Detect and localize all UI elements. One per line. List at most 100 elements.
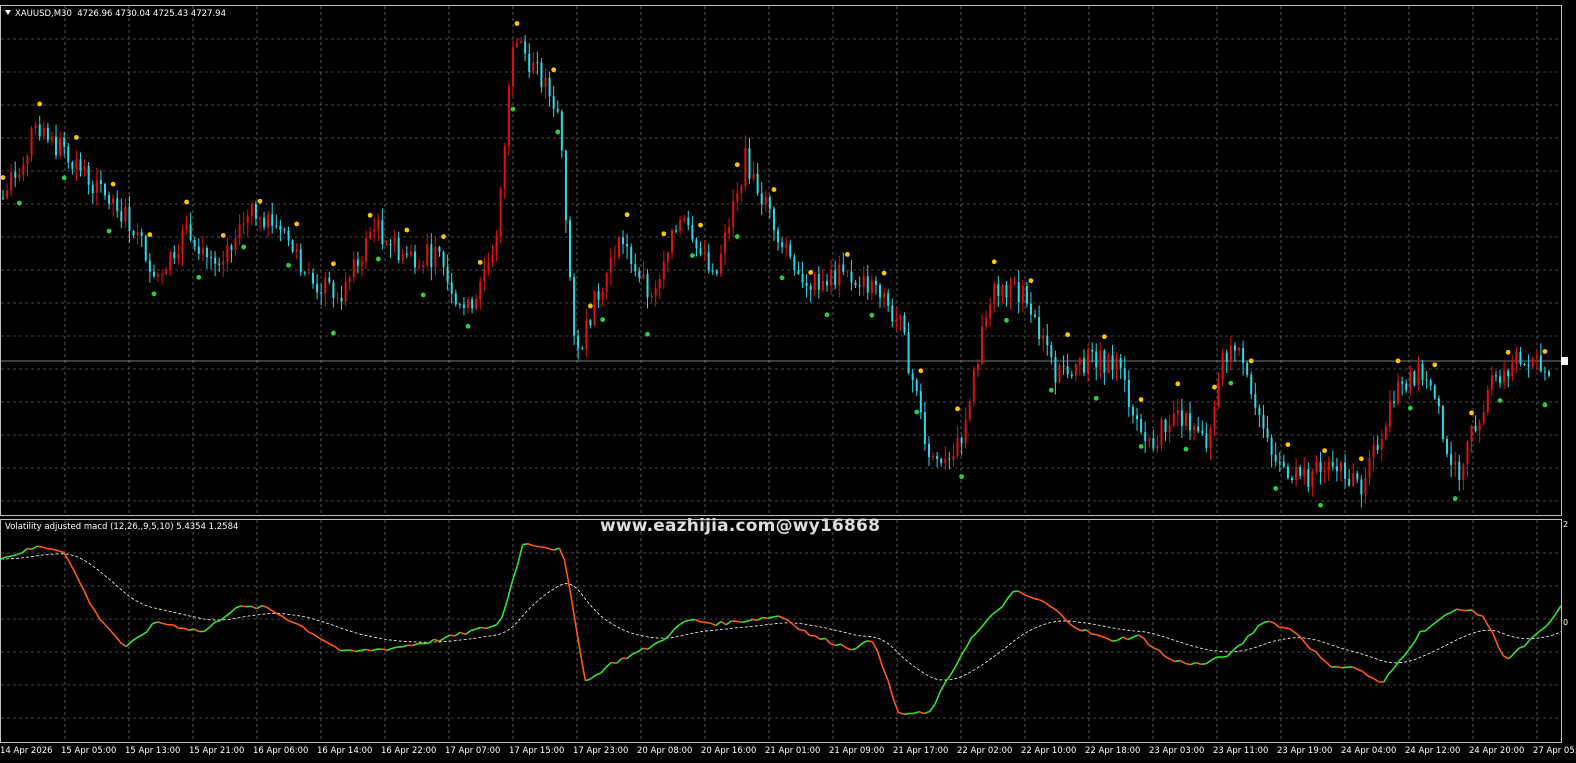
candle-body (136, 232, 139, 236)
candle-body (161, 274, 164, 276)
candle-body (132, 231, 135, 236)
candle-body (560, 111, 563, 151)
candle-body (715, 270, 718, 274)
macd-segment (1179, 659, 1186, 665)
candle-body (1148, 438, 1151, 441)
signal-dot-high (514, 21, 520, 26)
macd-segment (991, 609, 998, 616)
signal-dot-low (286, 262, 291, 268)
macd-segment (1549, 613, 1557, 622)
macd-segment (130, 637, 138, 643)
price-grid (1, 6, 1561, 515)
macd-segment (876, 650, 884, 668)
macd-segment (277, 613, 284, 618)
candle-body (1323, 470, 1326, 472)
candle-body (1519, 351, 1522, 364)
macd-segment (1002, 597, 1009, 607)
macd-segment (1106, 637, 1113, 642)
indicator-axis-label-top: 2 (1563, 520, 1569, 529)
macd-segment (725, 620, 732, 626)
signal-dot-high (257, 198, 263, 204)
candle-body (980, 326, 983, 365)
candle-body (691, 225, 694, 240)
signal-dot-high (1432, 362, 1438, 368)
candle-body (1507, 370, 1510, 377)
price-chart-canvas[interactable] (1, 6, 1562, 516)
candle-body (67, 146, 70, 163)
candle-body (214, 257, 217, 264)
candle-body (1392, 401, 1395, 404)
candle-body (1127, 379, 1130, 407)
signal-dot-low (465, 323, 471, 329)
macd-segment (871, 641, 879, 652)
candle-body (295, 249, 298, 252)
candle-body (1274, 454, 1277, 462)
macd-segment (1096, 634, 1103, 638)
signal-dot-high (37, 101, 43, 107)
candle-body (320, 292, 323, 294)
macd-segment (402, 644, 409, 648)
candle-body (1291, 477, 1294, 481)
time-axis-label: 17 Apr 15:00 (509, 746, 565, 756)
price-chart-pane[interactable]: XAUUSD,M30 4726.96 4730.04 4725.43 4727.… (0, 5, 1562, 516)
macd-segment (1315, 651, 1322, 659)
candle-body (752, 173, 755, 180)
signal-dot-low (824, 312, 830, 318)
candle-body (842, 264, 845, 273)
macd-segment (835, 643, 842, 647)
macd-segment (778, 615, 784, 619)
candle-body (834, 270, 837, 286)
signal-dot-low (1004, 317, 1009, 323)
candle-body (1172, 413, 1175, 426)
candle-body (1062, 365, 1065, 367)
macd-segment (157, 621, 163, 625)
candle-body (144, 235, 147, 261)
candle-body (932, 455, 935, 457)
candle-body (944, 458, 947, 464)
candle-body (883, 293, 886, 298)
macd-segment (1503, 655, 1510, 660)
candle-body (581, 348, 584, 350)
candle-body (467, 299, 470, 308)
candle-body (454, 293, 457, 305)
candle-body (642, 273, 645, 278)
macd-segment (1388, 667, 1395, 675)
candle-body (328, 277, 331, 283)
signal-dot-high (771, 187, 777, 192)
symbol-header-text: XAUUSD,M30 4726.96 4730.04 4725.43 4727.… (15, 9, 226, 19)
macd-segment (464, 630, 472, 636)
candle-body (230, 245, 233, 250)
candle-body (148, 260, 151, 272)
macd-segment (1382, 673, 1390, 683)
candle-body (1543, 371, 1546, 373)
candle-body (475, 299, 478, 309)
collapse-triangle-icon[interactable] (5, 10, 11, 15)
macd-segment (522, 543, 529, 546)
candle-body (1242, 347, 1245, 363)
indicator-pane[interactable]: Volatility adjusted macd (12,26,,9,5,10)… (0, 519, 1562, 743)
macd-segment (355, 649, 362, 653)
macd-segment (1424, 625, 1432, 632)
candle-body (263, 217, 266, 227)
indicator-canvas[interactable] (1, 520, 1562, 743)
signal-dot-low (1183, 446, 1189, 452)
time-axis-label: 15 Apr 05:00 (61, 746, 117, 756)
candle-body (307, 272, 310, 274)
macd-segment (1049, 605, 1056, 610)
chart-window[interactable]: XAUUSD,M30 4726.96 4730.04 4725.43 4727.… (0, 0, 1576, 763)
macd-segment (689, 618, 695, 621)
macd-segment (611, 661, 617, 665)
candle-body (1005, 284, 1008, 298)
candle-body (1197, 426, 1200, 431)
macd-segment (1367, 675, 1374, 679)
macd-segment (1357, 668, 1364, 673)
symbol-header: XAUUSD,M30 4726.96 4730.04 4725.43 4727.… (5, 9, 226, 19)
macd-segment (1231, 645, 1239, 652)
time-axis-label: 24 Apr 20:00 (1469, 746, 1525, 756)
macd-segment (976, 626, 983, 634)
macd-segment (308, 631, 315, 636)
macd-segment (428, 638, 435, 644)
candle-body (1201, 430, 1204, 434)
macd-segment (1142, 637, 1150, 646)
candle-body (654, 288, 657, 296)
